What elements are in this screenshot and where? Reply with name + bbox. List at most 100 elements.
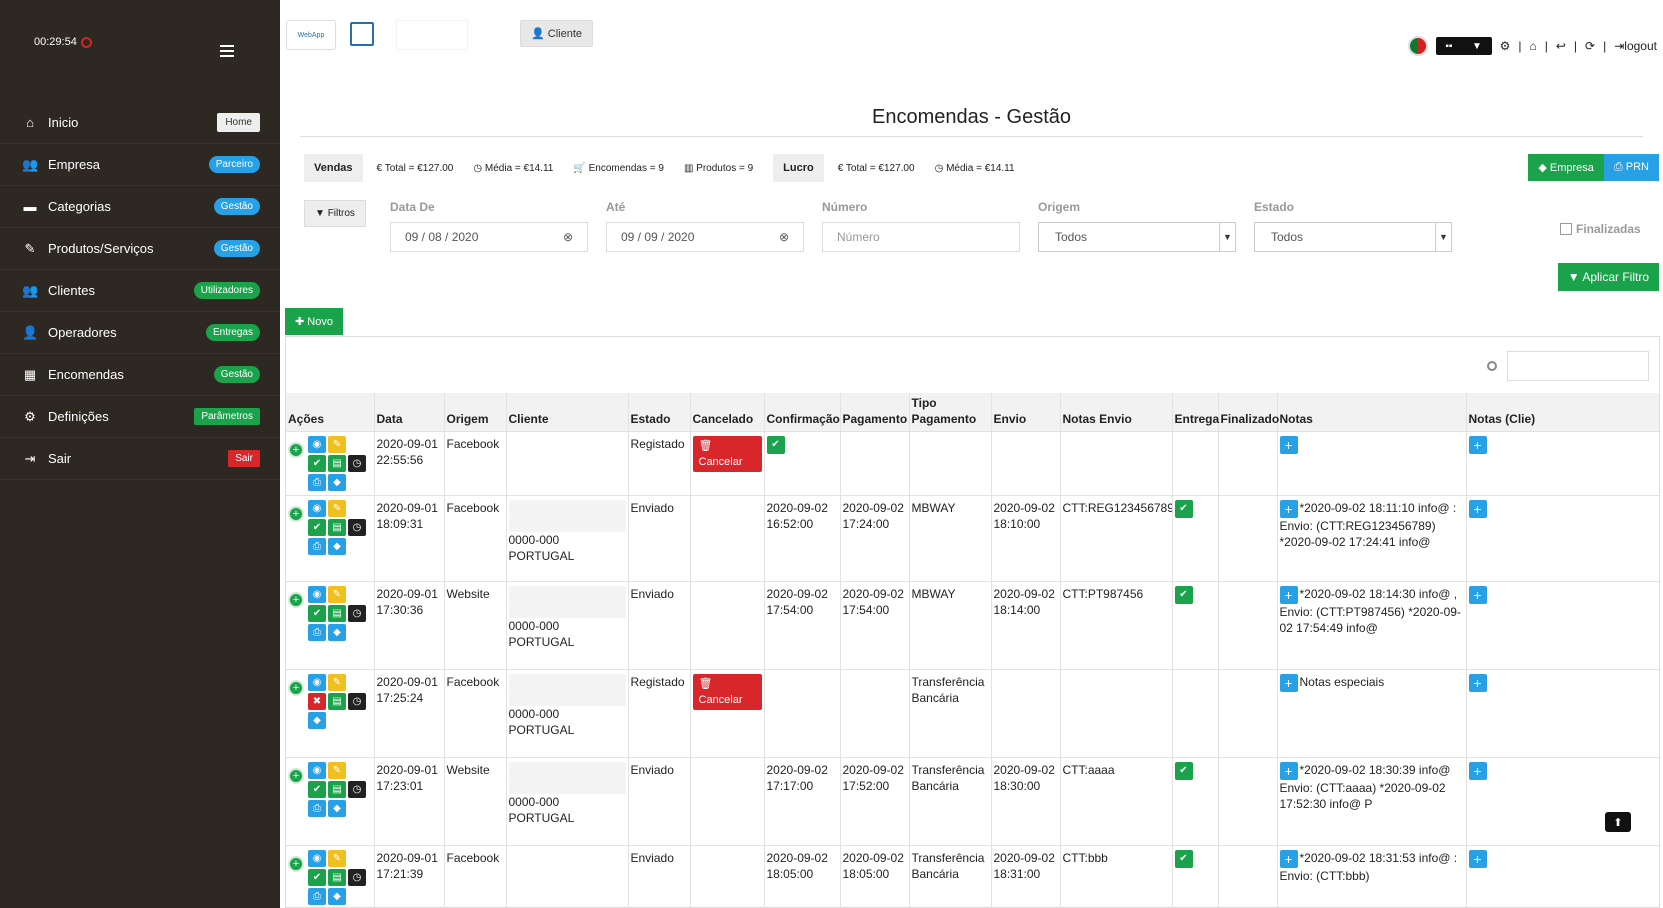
add-note-button[interactable]: + (1279, 762, 1298, 780)
sidebar-item-categorias[interactable]: ▬ Categorias Gestão (0, 186, 280, 228)
expand-row-icon[interactable]: + (288, 680, 304, 696)
print-icon[interactable]: ⎙ (308, 624, 326, 641)
history-icon[interactable]: ◷ (348, 869, 366, 886)
sidebar-item-definicoes[interactable]: ⚙ Definições Parâmetros (0, 396, 280, 438)
add-client-note-button[interactable]: + (1468, 500, 1487, 518)
print-icon[interactable]: ⎙ (308, 800, 326, 817)
empresa-button[interactable]: ◆ Empresa (1528, 154, 1604, 181)
tag-icon[interactable]: ◆ (308, 712, 326, 729)
refresh-icon[interactable]: ⟳ (1585, 39, 1595, 53)
prn-button[interactable]: ⎙ PRN (1603, 154, 1659, 181)
cancelar-button[interactable]: 🗑 Cancelar (692, 436, 762, 472)
finalizadas-checkbox[interactable]: Finalizadas (1560, 222, 1641, 236)
cart-icon[interactable]: ▤ (328, 605, 346, 622)
table-search-input[interactable] (1507, 351, 1649, 381)
view-icon[interactable]: ◉ (308, 586, 326, 603)
sidebar-item-produtos[interactable]: ✎ Produtos/Serviços Gestão (0, 228, 280, 270)
add-note-button[interactable]: + (1279, 436, 1298, 454)
sidebar-item-operadores[interactable]: 👤 Operadores Entregas (0, 312, 280, 354)
column-header[interactable]: Notas Envio (1060, 393, 1173, 432)
cart-check-icon[interactable]: ✔ (308, 869, 326, 886)
cart-check-icon[interactable]: ✔ (308, 455, 326, 472)
sidebar-item-empresa[interactable]: 👥 Empresa Parceiro (0, 144, 280, 186)
add-note-button[interactable]: + (1279, 586, 1298, 604)
print-icon[interactable]: ⎙ (308, 538, 326, 555)
add-note-button[interactable]: + (1279, 500, 1298, 518)
cart-check-icon[interactable]: ✔ (308, 519, 326, 536)
filtros-button[interactable]: ▼ Filtros (304, 200, 366, 227)
cart-check-icon[interactable]: ✔ (308, 605, 326, 622)
tag-icon[interactable]: ◆ (328, 624, 346, 641)
estado-select[interactable]: Todos ▼ (1254, 222, 1452, 252)
expand-row-icon[interactable]: + (288, 592, 304, 608)
column-header[interactable]: Cliente (506, 393, 629, 432)
menu-toggle-icon[interactable] (220, 45, 234, 60)
sidebar-item-clientes[interactable]: 👥 Clientes Utilizadores (0, 270, 280, 312)
print-icon[interactable]: ⎙ (308, 888, 326, 905)
sidebar-item-sair[interactable]: ⇥ Sair Sair (0, 438, 280, 480)
column-header[interactable]: Data (374, 393, 445, 432)
webapp-logo[interactable]: WebApp (286, 20, 336, 50)
cancel-cart-icon[interactable]: ✖ (308, 693, 326, 710)
column-header[interactable]: Notas (1277, 393, 1467, 432)
add-note-button[interactable]: + (1279, 850, 1298, 868)
clear-icon[interactable]: ⊗ (563, 230, 573, 244)
edit-icon[interactable]: ✎ (328, 674, 346, 691)
add-client-note-button[interactable]: + (1468, 674, 1487, 692)
cancelar-button[interactable]: 🗑 Cancelar (692, 674, 762, 710)
column-header[interactable]: Estado (628, 393, 691, 432)
cart-icon[interactable]: ▤ (328, 519, 346, 536)
edit-icon[interactable]: ✎ (328, 586, 346, 603)
tag-icon[interactable]: ◆ (328, 888, 346, 905)
tag-icon[interactable]: ◆ (328, 474, 346, 491)
settings-icon[interactable]: ⚙ (1500, 39, 1511, 53)
cart-icon[interactable]: ▤ (328, 869, 346, 886)
novo-button[interactable]: ✚ Novo (285, 308, 343, 335)
sidebar-item-inicio[interactable]: ⌂ Inicio Home (0, 102, 280, 144)
ate-input[interactable]: 09 / 09 / 2020 ⊗ (606, 222, 804, 252)
store-icon[interactable] (350, 22, 374, 46)
origem-select[interactable]: Todos ▼ (1038, 222, 1236, 252)
entrega-button[interactable]: ✔ (1174, 850, 1193, 868)
confirm-button[interactable]: ✔ (766, 436, 785, 454)
cart-icon[interactable]: ▤ (328, 693, 346, 710)
column-header[interactable]: Pagamento (840, 393, 910, 432)
expand-row-icon[interactable]: + (288, 442, 304, 458)
column-header[interactable]: Notas (Clie) (1466, 393, 1659, 432)
column-header[interactable]: Tipo Pagamento (909, 393, 992, 432)
clear-icon[interactable]: ⊗ (779, 230, 789, 244)
expand-row-icon[interactable]: + (288, 506, 304, 522)
column-header[interactable]: Finalizado (1218, 393, 1279, 432)
home-icon[interactable]: ⌂ (1529, 39, 1536, 53)
history-icon[interactable]: ◷ (348, 605, 366, 622)
view-icon[interactable]: ◉ (308, 500, 326, 517)
flag-portugal-icon[interactable] (1407, 36, 1428, 56)
column-header[interactable]: Ações (286, 393, 375, 432)
add-client-note-button[interactable]: + (1468, 586, 1487, 604)
company-logo[interactable] (396, 20, 468, 50)
edit-icon[interactable]: ✎ (328, 850, 346, 867)
numero-input[interactable]: Número (822, 222, 1020, 252)
aplicar-filtro-button[interactable]: ▼ Aplicar Filtro (1557, 263, 1659, 291)
entrega-button[interactable]: ✔ (1174, 500, 1193, 518)
logout-link[interactable]: ⇥logout (1614, 39, 1657, 53)
history-icon[interactable]: ◷ (348, 693, 366, 710)
history-icon[interactable]: ◷ (348, 455, 366, 472)
edit-icon[interactable]: ✎ (328, 762, 346, 779)
cart-icon[interactable]: ▤ (328, 781, 346, 798)
add-client-note-button[interactable]: + (1468, 762, 1487, 780)
apps-dropdown[interactable]: ▪▪ ▼ (1435, 37, 1492, 55)
column-header[interactable]: Cancelado (690, 393, 765, 432)
cart-icon[interactable]: ▤ (328, 455, 346, 472)
expand-row-icon[interactable]: + (288, 856, 304, 872)
add-client-note-button[interactable]: + (1468, 436, 1487, 454)
entrega-button[interactable]: ✔ (1174, 762, 1193, 780)
cart-check-icon[interactable]: ✔ (308, 781, 326, 798)
data-de-input[interactable]: 09 / 08 / 2020 ⊗ (390, 222, 588, 252)
history-icon[interactable]: ◷ (348, 781, 366, 798)
add-client-note-button[interactable]: + (1468, 850, 1487, 868)
entrega-button[interactable]: ✔ (1174, 586, 1193, 604)
scroll-top-button[interactable]: ⬆ (1605, 812, 1631, 832)
column-header[interactable]: Entrega (1172, 393, 1219, 432)
column-header[interactable]: Origem (444, 393, 507, 432)
